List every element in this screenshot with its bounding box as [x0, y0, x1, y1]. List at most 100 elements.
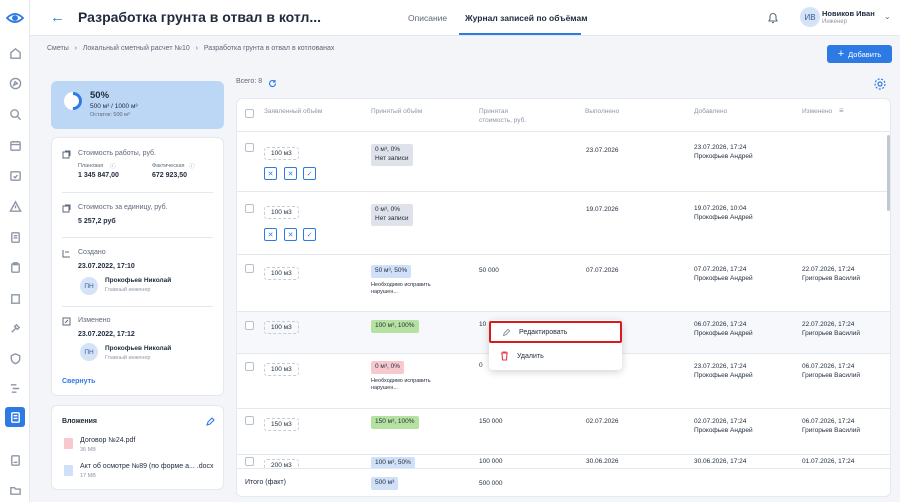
- added-info: 06.07.2026, 17:24 Прокофьев Андрей: [694, 321, 753, 338]
- planned-value: 1 345 847,00: [78, 172, 119, 179]
- nav-task-icon[interactable]: [7, 167, 23, 183]
- nav-shield-icon[interactable]: [7, 350, 23, 366]
- column-header[interactable]: Добавлено: [694, 108, 727, 117]
- edit-menu-item[interactable]: Редактировать: [489, 321, 622, 343]
- column-header[interactable]: Принятая стоимость, руб.: [479, 108, 539, 126]
- row-checkbox[interactable]: [245, 362, 254, 371]
- changed-label: Изменено: [78, 317, 111, 324]
- sort-icon[interactable]: ≡: [839, 106, 844, 117]
- tab-volume-log[interactable]: Журнал записей по объёмам: [465, 13, 588, 23]
- edit-menu-label: Редактировать: [519, 328, 568, 336]
- changed-info: 22.07.2026, 17:24 Григорьев Василий: [802, 266, 861, 283]
- divider: [62, 306, 213, 307]
- changed-info: 06.07.2026, 17:24 Григорьев Василий: [802, 418, 861, 435]
- nav-clipboard-icon[interactable]: [7, 259, 23, 275]
- cost-icon: [62, 150, 71, 159]
- bell-icon[interactable]: [767, 11, 779, 24]
- total-cost: 500 000: [479, 480, 503, 487]
- breadcrumb-item[interactable]: Сметы: [47, 45, 69, 52]
- column-header[interactable]: Выполнено: [585, 108, 619, 117]
- avatar: ПН: [80, 277, 98, 295]
- unit-cost-value: 5 257,2 руб: [78, 218, 116, 225]
- nav-compass-icon[interactable]: [7, 75, 23, 91]
- table-footer: [237, 469, 890, 496]
- attachment-name[interactable]: Акт об осмотре №89 (по форме а... .docx: [80, 463, 214, 470]
- user-name[interactable]: Новиков Иван: [822, 9, 875, 18]
- accepted-volume-badge: 0 м³, 0%: [371, 361, 405, 374]
- scrollbar[interactable]: [887, 135, 890, 211]
- breadcrumb-item[interactable]: Локальный сметный расчет №10: [83, 45, 190, 52]
- chevron-right-icon: ›: [191, 45, 202, 52]
- approve-button[interactable]: ✓: [303, 167, 316, 180]
- nav-building-icon[interactable]: [7, 290, 23, 306]
- info-icon: ⓘ: [110, 164, 116, 170]
- changed-info: 01.07.2026, 17:24: [802, 458, 855, 465]
- reject-button[interactable]: ✕: [264, 228, 277, 241]
- nav-tools-icon[interactable]: [7, 320, 23, 336]
- back-arrow-icon[interactable]: ←: [50, 9, 65, 26]
- attachment-size: 36 MB: [80, 447, 96, 453]
- row-checkbox[interactable]: [245, 321, 254, 330]
- divider: [237, 454, 890, 455]
- total-accepted-badge: 500 м³: [371, 477, 399, 490]
- nav-home-icon[interactable]: [7, 45, 23, 61]
- nav-documents-icon[interactable]: [7, 229, 23, 245]
- added-info: 02.07.2026, 17:24 Прокофьев Андрей: [694, 418, 753, 435]
- delete-menu-item[interactable]: Удалить: [489, 345, 622, 367]
- tab-description[interactable]: Описание: [408, 13, 447, 23]
- accepted-cost: 150 000: [479, 418, 503, 425]
- divider: [237, 254, 890, 255]
- row-checkbox[interactable]: [245, 204, 254, 213]
- app-logo-icon[interactable]: [6, 9, 24, 27]
- pdf-file-icon: [64, 438, 73, 449]
- row-checkbox[interactable]: [245, 143, 254, 152]
- user-role: Инженер: [822, 19, 847, 25]
- actual-value: 672 923,50: [152, 172, 188, 179]
- nav-search-icon[interactable]: [7, 106, 23, 122]
- row-checkbox[interactable]: [245, 457, 254, 466]
- pencil-icon[interactable]: [205, 417, 215, 427]
- column-header[interactable]: Принятый объём: [371, 108, 431, 117]
- user-avatar[interactable]: ИВ: [800, 7, 820, 27]
- nav-estimate-icon[interactable]: [5, 407, 25, 427]
- done-date: 30.06.2026: [586, 458, 619, 465]
- created-date: 23.07.2022, 17:10: [78, 263, 135, 270]
- total-count: Всего: 8: [236, 78, 263, 85]
- select-all-checkbox[interactable]: [245, 109, 254, 118]
- column-header[interactable]: Заявленный объём: [264, 108, 324, 117]
- changed-date: 23.07.2022, 17:12: [78, 331, 135, 338]
- cancel-button[interactable]: ✕: [284, 228, 297, 241]
- chevron-down-icon[interactable]: ⌄: [884, 12, 891, 21]
- add-button[interactable]: + Добавить: [827, 45, 892, 63]
- planned-label: Плановая: [78, 163, 104, 169]
- settings-icon[interactable]: [873, 77, 887, 91]
- avatar: ПН: [80, 343, 98, 361]
- nav-calendar-icon[interactable]: [7, 137, 23, 153]
- trash-icon: [501, 351, 508, 361]
- cancel-button[interactable]: ✕: [284, 167, 297, 180]
- row-checkbox[interactable]: [245, 264, 254, 273]
- approve-button[interactable]: ✓: [303, 228, 316, 241]
- accepted-volume-badge: 100 м³, 100%: [371, 320, 419, 333]
- row-checkbox[interactable]: [245, 416, 254, 425]
- accepted-volume-badge: 0 м³, 0% Нет записи: [371, 204, 413, 226]
- collapse-link[interactable]: Свернуть: [62, 378, 95, 385]
- progress-card: 50% 500 м³ / 1000 м³ Остаток: 500 м³: [51, 81, 224, 129]
- remark-text: Необходимо исправить нарушен...: [371, 282, 431, 296]
- nav-report-icon[interactable]: [7, 452, 23, 468]
- declared-volume: 100 м3: [264, 147, 299, 160]
- attachment-name[interactable]: Договор №24.pdf: [80, 437, 135, 444]
- nav-gantt-icon[interactable]: [7, 380, 23, 396]
- reject-button[interactable]: ✕: [264, 167, 277, 180]
- refresh-icon[interactable]: [268, 79, 277, 88]
- accepted-cost: 100 000: [479, 458, 503, 465]
- nav-folder-icon[interactable]: [7, 482, 23, 498]
- column-header[interactable]: Изменено: [802, 108, 832, 117]
- nav-warning-icon[interactable]: [7, 198, 23, 214]
- declared-volume: 100 м3: [264, 267, 299, 280]
- added-info: 23.07.2026, 17:24 Прокофьев Андрей: [694, 363, 753, 380]
- done-date: 02.07.2026: [586, 418, 619, 425]
- done-date: 23.07.2026: [586, 147, 619, 154]
- accepted-cost: 50 000: [479, 267, 499, 274]
- progress-ring-icon: [64, 92, 82, 110]
